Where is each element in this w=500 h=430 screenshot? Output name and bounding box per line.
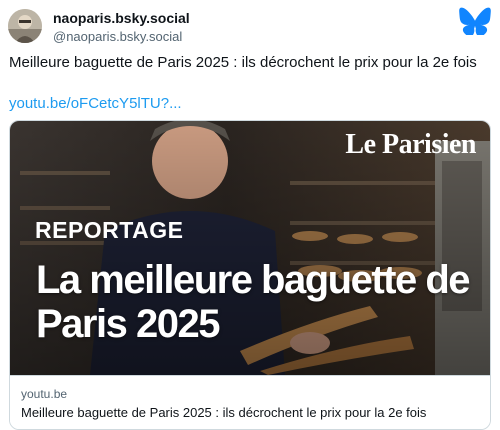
video-thumbnail[interactable]: Le Parisien REPORTAGE La meilleure bague… bbox=[10, 121, 490, 375]
link-preview-card[interactable]: Le Parisien REPORTAGE La meilleure bague… bbox=[9, 120, 491, 430]
social-post: naoparis.bsky.social @naoparis.bsky.soci… bbox=[0, 0, 500, 430]
display-name[interactable]: naoparis.bsky.social bbox=[53, 10, 190, 26]
post-link[interactable]: youtu.be/oFCetcY5lTU?... bbox=[9, 95, 182, 112]
card-title[interactable]: Meilleure baguette de Paris 2025 : ils d… bbox=[21, 405, 426, 420]
thumbnail-brand-logo: Le Parisien bbox=[345, 129, 476, 160]
card-domain: youtu.be bbox=[21, 387, 68, 401]
post-text: Meilleure baguette de Paris 2025 : ils d… bbox=[9, 54, 477, 71]
thumbnail-tag: REPORTAGE bbox=[35, 217, 184, 243]
bluesky-butterfly-icon[interactable] bbox=[459, 7, 491, 37]
thumbnail-headline: La meilleure baguette de Paris 2025 bbox=[36, 258, 471, 346]
card-meta[interactable]: youtu.be Meilleure baguette de Paris 202… bbox=[10, 375, 490, 429]
user-handle[interactable]: @naoparis.bsky.social bbox=[53, 29, 182, 44]
avatar[interactable] bbox=[8, 9, 42, 43]
